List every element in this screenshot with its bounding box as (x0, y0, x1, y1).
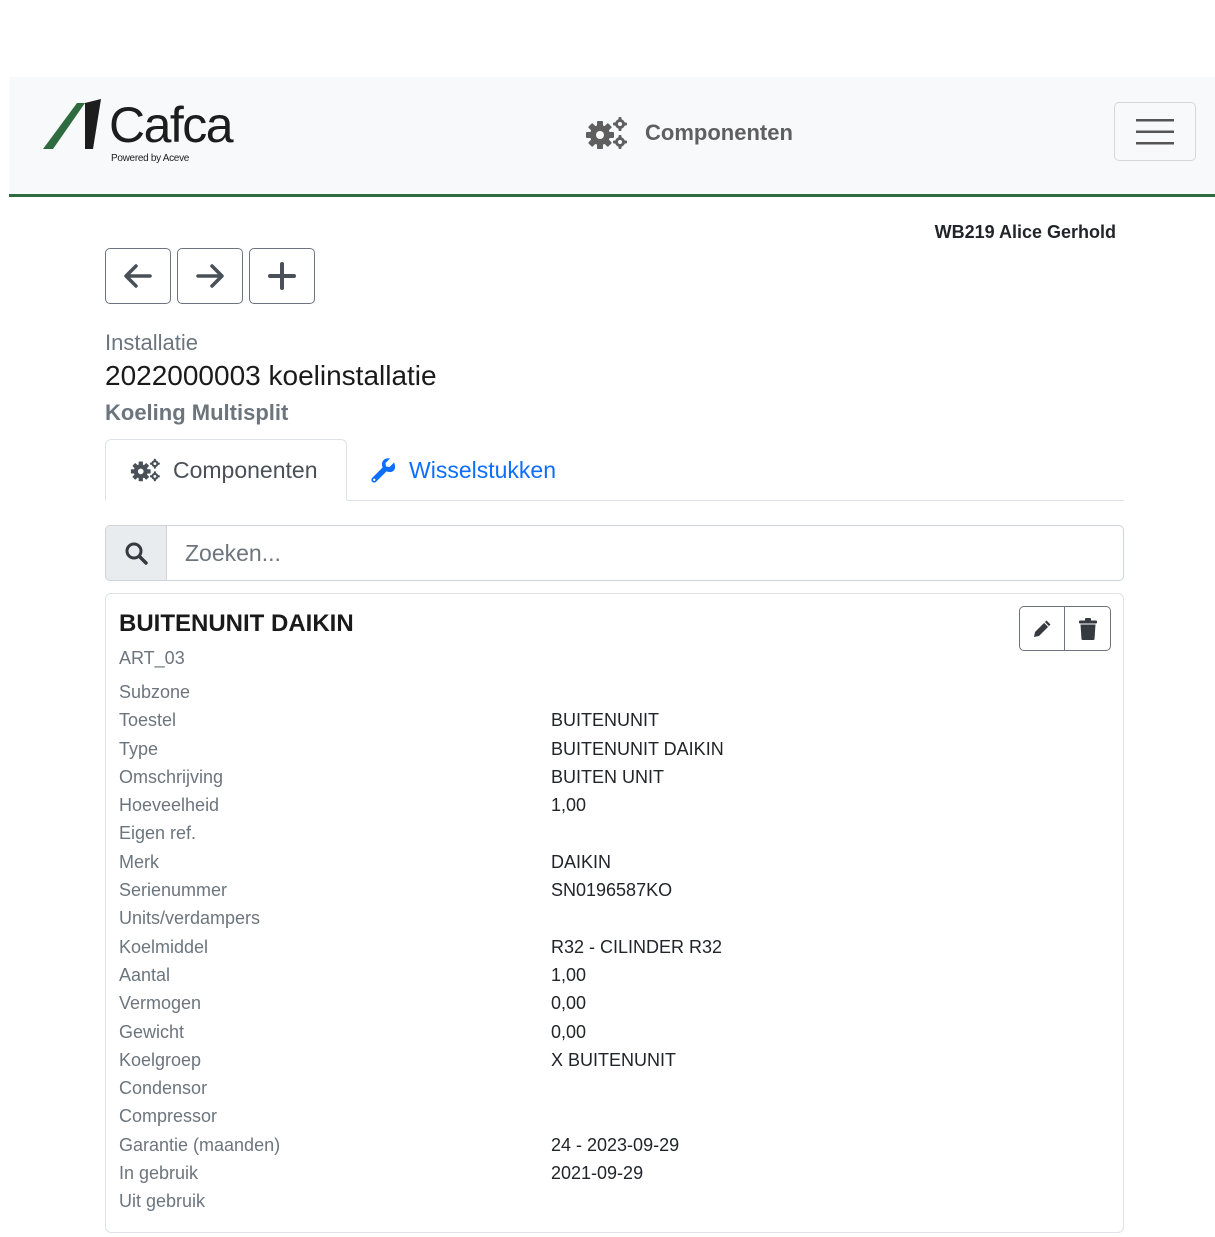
top-navbar: Cafca Powered by Aceve Componenten (9, 77, 1215, 197)
property-value: 24 - 2023-09-29 (551, 1134, 680, 1155)
property-key: Uit gebruik (119, 1191, 206, 1212)
property-value: BUITEN UNIT (551, 766, 665, 787)
property-key: Aantal (119, 964, 171, 985)
property-row: Vermogen 0,00 (119, 989, 1109, 1017)
property-row: In gebruik 2021-09-29 (119, 1159, 1109, 1187)
property-key: Garantie (maanden) (119, 1134, 281, 1155)
property-key: Gewicht (119, 1021, 185, 1042)
search-icon (125, 542, 148, 565)
wrench-icon (371, 458, 396, 483)
delete-button[interactable] (1065, 606, 1111, 651)
user-name: WB219 Alice Gerhold (934, 222, 1116, 242)
cafca-logo[interactable]: Cafca Powered by Aceve (43, 95, 253, 167)
property-row: Aantal 1,00 (119, 961, 1109, 989)
property-key: Vermogen (119, 993, 202, 1014)
search-input[interactable] (166, 525, 1124, 581)
record-navigation (105, 248, 315, 304)
property-key: Type (119, 738, 159, 759)
cafca-logo-mark-icon (43, 99, 101, 149)
page-title: Componenten (645, 120, 793, 145)
property-row: Garantie (maanden) 24 - 2023-09-29 (119, 1131, 1109, 1159)
property-key: Toestel (119, 710, 177, 731)
property-key: Merk (119, 851, 159, 872)
property-value: X BUITENUNIT (551, 1049, 677, 1070)
property-row: Koelmiddel R32 - CILINDER R32 (119, 933, 1109, 961)
property-value: 1,00 (551, 964, 587, 985)
property-value: BUITENUNIT DAIKIN (551, 738, 724, 759)
property-value: 2021-09-29 (551, 1163, 644, 1184)
pencil-icon (1034, 620, 1051, 637)
property-row: Serienummer SN0196587KO (119, 876, 1109, 904)
property-key: Eigen ref. (119, 823, 197, 844)
property-row: Koelgroep X BUITENUNIT (119, 1046, 1109, 1074)
add-button[interactable] (249, 248, 315, 304)
property-key: Koelgroep (119, 1049, 202, 1070)
card-actions (1019, 606, 1111, 651)
component-properties: Subzone Toestel BUITENUNIT Type BUITENUNIT D… (119, 678, 1109, 1216)
property-row: Hoeveelheid 1,00 (119, 791, 1109, 819)
property-row: Merk DAIKIN (119, 848, 1109, 876)
component-code: ART_03 (119, 648, 185, 668)
property-value: R32 - CILINDER R32 (551, 936, 723, 957)
property-value: BUITENUNIT (551, 710, 659, 731)
property-key: Omschrijving (119, 766, 224, 787)
property-value: 0,00 (551, 1021, 587, 1042)
property-value: SN0196587KO (551, 880, 673, 901)
property-row: Compressor (119, 1102, 1109, 1130)
tab-bar: Componenten Wisselstukken (105, 439, 1124, 501)
installation-title: 2022000003 koelinstallatie (105, 360, 437, 391)
property-key: Hoeveelheid (119, 795, 220, 816)
property-row: Type BUITENUNIT DAIKIN (119, 735, 1109, 763)
search-bar (105, 525, 1124, 581)
installation-subtitle: Koeling Multisplit (105, 400, 289, 425)
property-row: Gewicht 0,00 (119, 1018, 1109, 1046)
property-row: Condensor (119, 1074, 1109, 1102)
tab-componenten[interactable]: Componenten (105, 439, 347, 501)
logo-text: Cafca (109, 97, 234, 153)
property-row: Uit gebruik (119, 1187, 1109, 1215)
tab-label: Wisselstukken (409, 456, 556, 483)
trash-icon (1078, 617, 1097, 640)
component-card: BUITENUNIT DAIKIN ART_03 Subzone Toestel B… (105, 593, 1124, 1233)
property-row: Toestel BUITENUNIT (119, 706, 1109, 734)
property-key: Koelmiddel (119, 936, 209, 957)
property-row: Eigen ref. (119, 819, 1109, 847)
navbar-page-title: Componenten (585, 113, 793, 153)
arrow-left-icon (124, 264, 152, 288)
property-key: Subzone (119, 682, 191, 702)
gears-icon (130, 458, 160, 482)
property-value: 0,00 (551, 993, 587, 1014)
installation-label: Installatie (105, 330, 198, 355)
previous-button[interactable] (105, 248, 171, 304)
tab-label: Componenten (173, 456, 318, 483)
property-key: Serienummer (119, 880, 228, 901)
property-value: DAIKIN (551, 851, 612, 872)
component-title: BUITENUNIT DAIKIN (119, 610, 354, 637)
property-key: Units/verdampers (119, 908, 261, 929)
search-addon (105, 525, 166, 581)
tab-wisselstukken[interactable]: Wisselstukken (370, 439, 556, 501)
property-row: Subzone (119, 678, 1109, 706)
property-key: Condensor (119, 1078, 208, 1099)
gears-icon (586, 117, 627, 149)
arrow-right-icon (196, 264, 224, 288)
property-key: In gebruik (119, 1163, 199, 1184)
property-row: Omschrijving BUITEN UNIT (119, 763, 1109, 791)
property-row: Units/verdampers (119, 904, 1109, 932)
property-value: 1,00 (551, 795, 587, 816)
hamburger-icon (1136, 118, 1174, 144)
plus-icon (268, 262, 296, 290)
next-button[interactable] (177, 248, 243, 304)
logo-subtext: Powered by Aceve (111, 153, 190, 164)
property-key: Compressor (119, 1106, 218, 1127)
edit-button[interactable] (1019, 606, 1065, 651)
menu-toggle-button[interactable] (1114, 102, 1196, 161)
